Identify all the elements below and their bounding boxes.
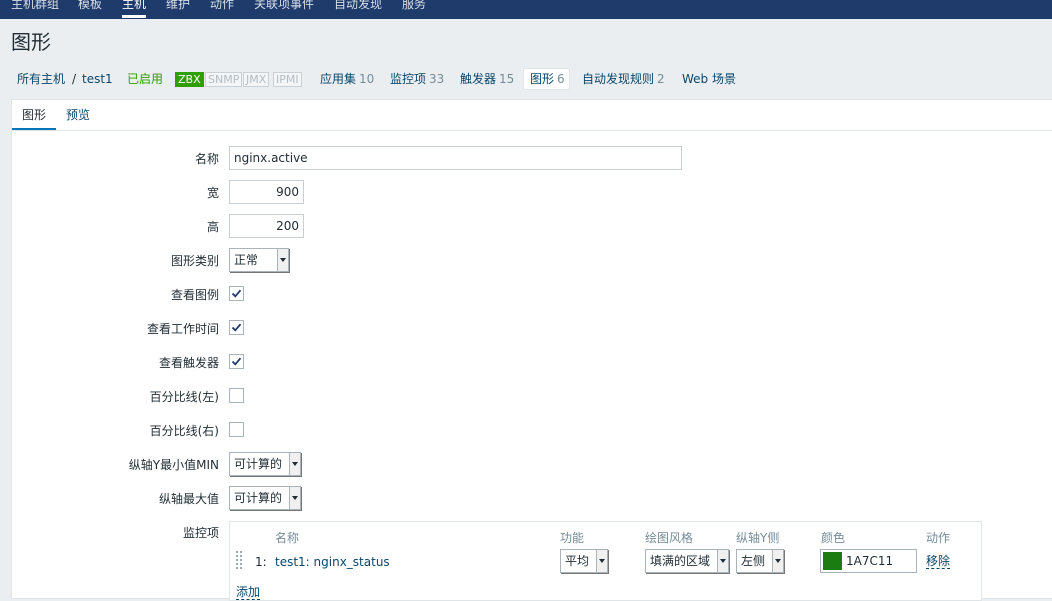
show-triggers-checkbox[interactable]: [229, 354, 244, 369]
col-header-y-axis: 纵轴Y侧: [736, 531, 780, 545]
nav-discovery[interactable]: 自动发现: [334, 0, 382, 13]
chevron-down-icon: [289, 487, 300, 509]
nav-actions[interactable]: 动作: [210, 0, 234, 13]
nav-services[interactable]: 服务: [402, 0, 426, 13]
percentile-right-checkbox[interactable]: [229, 422, 244, 437]
show-legend-label: 查看图例: [170, 288, 219, 302]
check-icon: [231, 357, 242, 366]
nav-active-indicator: [122, 15, 146, 18]
nav-hosts[interactable]: 主机: [122, 0, 146, 13]
show-triggers-label: 查看触发器: [158, 356, 219, 370]
breadcrumb-separator: /: [72, 72, 77, 86]
drag-handle-icon[interactable]: [236, 551, 242, 569]
item-y-axis-select[interactable]: 左侧: [736, 549, 784, 573]
show-working-time-label: 查看工作时间: [146, 322, 219, 336]
col-header-draw-style: 绘图风格: [645, 531, 694, 545]
col-header-function: 功能: [560, 531, 585, 545]
add-item-button[interactable]: 添加: [236, 586, 261, 600]
percentile-right-label: 百分比线(右): [149, 424, 219, 438]
y-max-label: 纵轴最大值: [158, 492, 219, 506]
breadcrumb-all-hosts[interactable]: 所有主机: [17, 72, 65, 86]
discovery-count: 2: [657, 72, 665, 86]
width-label: 宽: [206, 186, 219, 200]
items-count: 33: [429, 72, 445, 86]
remove-item-button[interactable]: 移除: [926, 555, 951, 569]
chevron-down-icon: [717, 550, 728, 572]
item-name-link[interactable]: test1: nginx_status: [275, 555, 390, 569]
show-working-time-checkbox[interactable]: [229, 320, 244, 335]
item-color-value[interactable]: 1A7C11: [846, 554, 893, 568]
badge-ipmi: IPMI: [273, 72, 302, 87]
host-navigation: 所有主机 / test1 已启用 ZBX SNMP JMX IPMI 应用集 1…: [0, 67, 1052, 93]
check-icon: [231, 289, 242, 298]
tab-graph[interactable]: 图形: [22, 108, 46, 122]
graph-items-table: 名称 功能 绘图风格 纵轴Y侧 颜色 动作 1: test1: nginx_st…: [229, 521, 982, 601]
height-label: 高: [206, 220, 219, 234]
nav-maintenance[interactable]: 维护: [166, 0, 190, 13]
item-y-axis-value: 左侧: [741, 554, 766, 568]
graph-type-select[interactable]: 正常: [229, 248, 289, 272]
graph-type-value: 正常: [234, 253, 259, 267]
badge-zbx: ZBX: [175, 72, 204, 87]
nav-event-correlation[interactable]: 关联项事件: [254, 0, 314, 13]
nav-templates[interactable]: 模板: [78, 0, 102, 13]
host-status-enabled[interactable]: 已启用: [127, 72, 163, 86]
name-label: 名称: [194, 152, 219, 166]
y-min-value: 可计算的: [234, 457, 283, 471]
chevron-down-icon: [772, 550, 783, 572]
col-header-action: 动作: [926, 531, 951, 545]
graphs-count: 6: [557, 72, 565, 86]
chevron-down-icon: [277, 249, 288, 271]
graph-form-panel: 图形 预览 名称 nginx.active 宽 900 高 200 图形类别 正…: [11, 99, 1052, 601]
col-header-name: 名称: [275, 531, 300, 545]
y-min-label: 纵轴Y最小值MIN: [128, 458, 219, 472]
y-max-value: 可计算的: [234, 491, 283, 505]
link-web-scenarios[interactable]: Web 场景: [682, 72, 736, 86]
link-items[interactable]: 监控项: [390, 72, 426, 86]
badge-snmp: SNMP: [205, 72, 243, 87]
form-tabs: 图形 预览: [12, 100, 1052, 131]
applications-count: 10: [359, 72, 375, 86]
link-triggers[interactable]: 触发器: [460, 72, 496, 86]
y-min-select[interactable]: 可计算的: [229, 452, 301, 476]
badge-jmx: JMX: [243, 72, 270, 87]
items-label: 监控项: [182, 526, 219, 540]
page-title: 图形: [11, 30, 51, 54]
height-input[interactable]: 200: [229, 214, 304, 238]
percentile-left-label: 百分比线(左): [149, 390, 219, 404]
item-row-number: 1:: [255, 555, 267, 569]
show-legend-checkbox[interactable]: [229, 286, 244, 301]
y-max-select[interactable]: 可计算的: [229, 486, 301, 510]
percentile-left-checkbox[interactable]: [229, 388, 244, 403]
link-graphs[interactable]: 图形: [530, 72, 554, 86]
item-draw-style-select[interactable]: 填满的区域: [645, 549, 729, 573]
tab-active-indicator: [12, 128, 56, 130]
tab-preview[interactable]: 预览: [66, 108, 90, 122]
breadcrumb-host[interactable]: test1: [82, 72, 113, 86]
top-navigation: 主机群组 模板 主机 维护 动作 关联项事件 自动发现 服务: [0, 0, 1052, 19]
graph-type-label: 图形类别: [170, 254, 219, 268]
col-header-color: 颜色: [821, 531, 846, 545]
width-input[interactable]: 900: [229, 180, 304, 204]
item-draw-style-value: 填满的区域: [650, 554, 711, 568]
name-input[interactable]: nginx.active: [229, 146, 682, 170]
nav-host-groups[interactable]: 主机群组: [11, 0, 59, 13]
link-discovery-rules[interactable]: 自动发现规则: [582, 72, 654, 86]
chevron-down-icon: [289, 453, 300, 475]
link-applications[interactable]: 应用集: [320, 72, 356, 86]
chevron-down-icon: [596, 550, 607, 572]
item-color-picker[interactable]: 1A7C11: [820, 549, 917, 573]
triggers-count: 15: [499, 72, 515, 86]
color-swatch[interactable]: [823, 552, 842, 570]
item-function-value: 平均: [565, 554, 590, 568]
item-function-select[interactable]: 平均: [560, 549, 608, 573]
check-icon: [231, 323, 242, 332]
